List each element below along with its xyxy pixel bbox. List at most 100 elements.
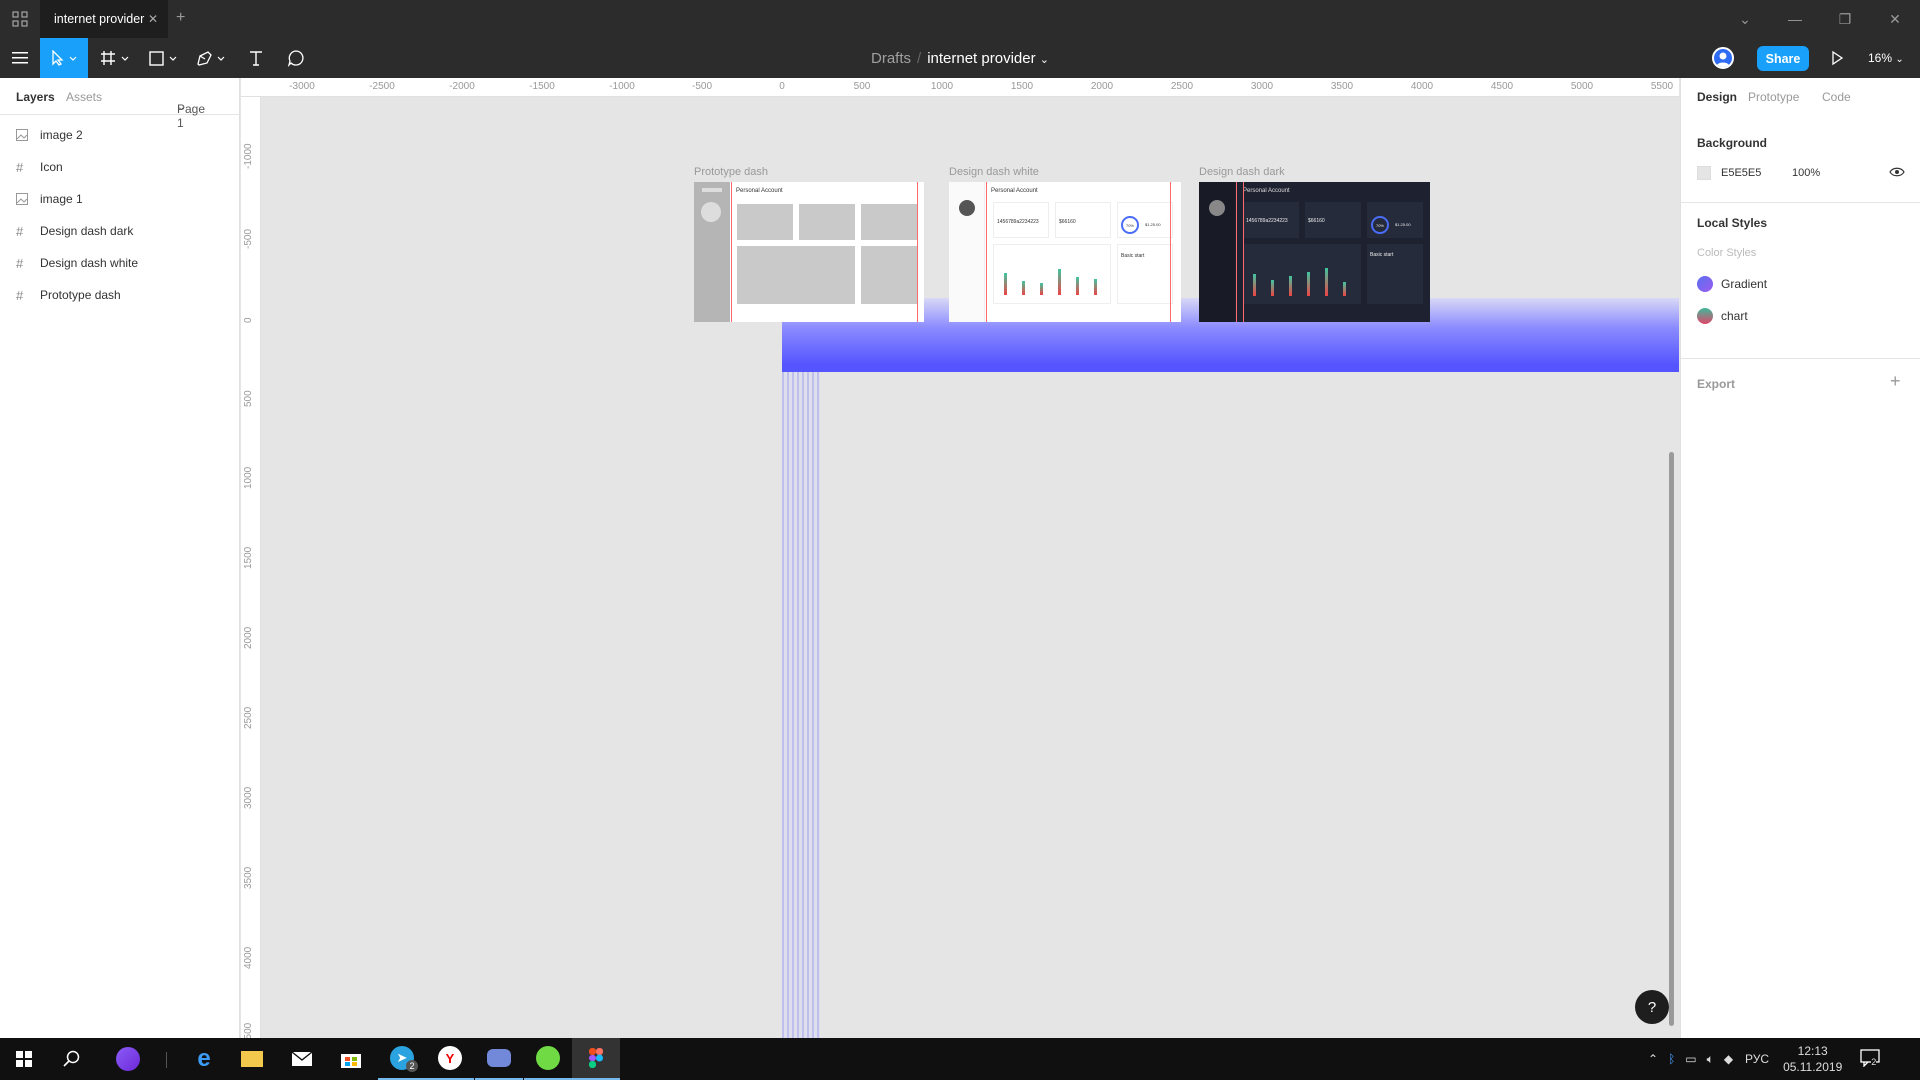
dark-gauge: 70% — [1371, 216, 1389, 234]
style-item[interactable]: Gradient — [1697, 276, 1767, 292]
tab-prototype[interactable]: Prototype — [1748, 90, 1799, 104]
ruler-tick: 1000 — [243, 466, 254, 489]
ruler-tick: 5500 — [1650, 81, 1674, 92]
dark-card-number: 1456789a2234223 — [1243, 202, 1299, 238]
chevron-down-icon[interactable]: ⌄ — [1720, 0, 1770, 38]
add-export-icon[interactable]: + — [1890, 371, 1901, 392]
edge-browser-icon[interactable]: e — [180, 1038, 228, 1080]
telegram-badge: 2 — [406, 1060, 418, 1072]
new-tab-icon[interactable]: + — [176, 9, 185, 27]
network-icon[interactable]: ▭ — [1685, 1052, 1696, 1066]
ruler-tick: 1500 — [243, 546, 254, 569]
canvas-scrollbar[interactable] — [1669, 452, 1674, 1026]
clock-date: 05.11.2019 — [1783, 1060, 1843, 1074]
ruler-tick: 2500 — [1170, 81, 1194, 92]
layer-item[interactable]: # Design dash dark — [0, 215, 239, 247]
image-icon — [16, 129, 32, 141]
discord-icon[interactable] — [475, 1038, 523, 1080]
ruler-tick: 500 — [853, 81, 871, 92]
clock-time: 12:13 — [1797, 1044, 1828, 1058]
frame-design-dash-dark[interactable]: Personal Account 1456789a2234223 $66160 … — [1199, 182, 1430, 322]
windows-taskbar: e ➤ 2 Y ⌃ ᛒ ▭ 🔈︎ ◆ РУС 12:13 05.11.2019 … — [0, 1038, 1920, 1080]
style-item[interactable]: chart — [1697, 308, 1748, 324]
taskbar-divider — [166, 1052, 167, 1068]
frame-prototype-dash[interactable]: Personal Account — [694, 182, 924, 322]
eye-icon[interactable] — [1889, 165, 1905, 182]
dropbox-icon[interactable]: ◆ — [1724, 1052, 1733, 1066]
ruler-tick: -1000 — [609, 81, 635, 92]
app-grid-icon[interactable] — [12, 11, 28, 27]
image-icon — [16, 193, 32, 205]
mail-icon[interactable] — [278, 1038, 326, 1080]
alice-assistant-icon[interactable] — [104, 1038, 152, 1080]
tab-design[interactable]: Design — [1697, 90, 1737, 104]
color-styles-label: Color Styles — [1697, 247, 1757, 259]
ruler-tick: 4000 — [1410, 81, 1434, 92]
layer-item[interactable]: # Prototype dash — [0, 279, 239, 311]
search-icon[interactable] — [48, 1038, 96, 1080]
yandex-browser-icon[interactable]: Y — [426, 1038, 474, 1080]
file-name[interactable]: internet provider — [927, 50, 1035, 67]
background-title: Background — [1697, 136, 1768, 150]
frame-label-white[interactable]: Design dash white — [949, 166, 1039, 178]
layer-item[interactable]: image 1 — [0, 183, 239, 215]
ruler-tick: 4500 — [243, 1022, 254, 1038]
layer-name: Icon — [40, 160, 63, 174]
windows-start-icon[interactable] — [0, 1038, 48, 1080]
tab-code[interactable]: Code — [1822, 90, 1851, 104]
dark-header: Personal Account — [1243, 188, 1290, 194]
close-window-icon[interactable]: ✕ — [1870, 0, 1920, 38]
dark-price: $1.25.00 — [1395, 222, 1411, 227]
layer-name: Prototype dash — [40, 288, 121, 302]
zoom-level[interactable]: 16% ⌄ — [1868, 51, 1904, 65]
store-icon[interactable] — [327, 1038, 375, 1080]
ruler-tick: 3500 — [1330, 81, 1354, 92]
dark-chart — [1243, 244, 1361, 304]
white-gauge: 70% — [1121, 216, 1139, 234]
chevron-down-icon[interactable]: ⌄ — [1040, 54, 1049, 66]
telegram-icon[interactable]: ➤ 2 — [378, 1038, 426, 1080]
notification-icon[interactable]: 2 — [1860, 1048, 1880, 1070]
image-layer-strip[interactable] — [782, 372, 820, 1038]
help-button[interactable]: ? — [1635, 990, 1669, 1024]
avatar[interactable] — [1712, 47, 1734, 69]
frame-design-dash-white[interactable]: Personal Account 1456789a2234223 $66160 … — [949, 182, 1181, 322]
canvas[interactable]: -3000 -2500 -2000 -1500 -1000 -500 0 500… — [241, 78, 1679, 1038]
figma-icon[interactable] — [572, 1038, 620, 1080]
tab-assets[interactable]: Assets — [66, 90, 102, 104]
language-indicator[interactable]: РУС — [1745, 1052, 1769, 1066]
file-explorer-icon[interactable] — [228, 1038, 276, 1080]
left-panel-tabs: Layers Assets Page 1 ⌄ — [0, 78, 239, 130]
background-hex[interactable]: E5E5E5 — [1721, 167, 1761, 179]
restore-icon[interactable]: ❐ — [1820, 0, 1870, 38]
share-button[interactable]: Share — [1757, 46, 1809, 71]
layer-item[interactable]: # Icon — [0, 151, 239, 183]
ruler-tick: -3000 — [289, 81, 315, 92]
breadcrumb-drafts[interactable]: Drafts — [871, 50, 911, 67]
clock[interactable]: 12:13 05.11.2019 — [1783, 1043, 1842, 1075]
frame-label-dark[interactable]: Design dash dark — [1199, 166, 1285, 178]
notification-count: 2 — [1871, 1056, 1877, 1067]
tab-layers[interactable]: Layers — [16, 90, 55, 104]
minimize-icon[interactable]: — — [1770, 0, 1820, 38]
close-tab-icon[interactable]: ✕ — [148, 12, 158, 26]
background-opacity[interactable]: 100% — [1792, 167, 1820, 179]
layer-item[interactable]: # Design dash white — [0, 247, 239, 279]
present-play-icon[interactable] — [1830, 50, 1844, 69]
layer-name: image 2 — [40, 128, 83, 142]
zoom-value: 16% — [1868, 51, 1893, 65]
chevron-up-icon[interactable]: ⌃ — [1648, 1052, 1658, 1066]
layer-name: Design dash dark — [40, 224, 134, 238]
volume-icon[interactable]: 🔈︎ — [1707, 1052, 1714, 1067]
upwork-icon[interactable] — [524, 1038, 572, 1080]
background-swatch[interactable] — [1697, 166, 1711, 180]
ruler-tick: 2000 — [243, 626, 254, 649]
chevron-down-icon: ⌄ — [1895, 54, 1904, 65]
window-controls: ⌄ — ❐ ✕ — [1720, 0, 1920, 38]
bluetooth-icon[interactable]: ᛒ — [1668, 1052, 1675, 1066]
ruler-tick: 3000 — [243, 786, 254, 809]
ruler-tick: -2500 — [369, 81, 395, 92]
ruler-tick: 0 — [243, 317, 254, 323]
frame-label-prototype[interactable]: Prototype dash — [694, 166, 768, 178]
file-tab[interactable]: internet provider ✕ — [40, 0, 168, 38]
